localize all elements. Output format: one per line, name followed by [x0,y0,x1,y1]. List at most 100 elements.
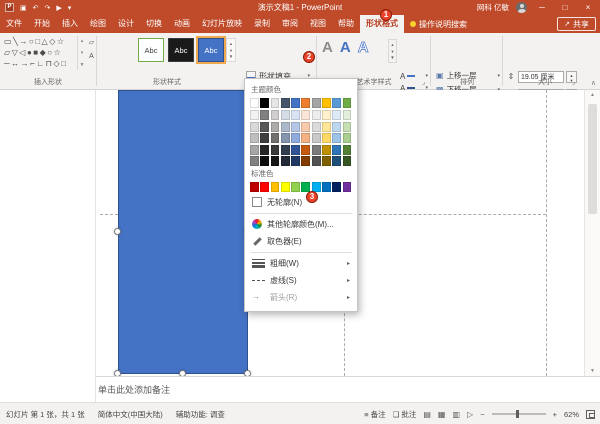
dialog-launcher-icon[interactable]: ⌟ [572,78,575,86]
color-swatch[interactable] [260,156,269,166]
color-swatch[interactable] [343,156,352,166]
color-swatch[interactable] [332,156,341,166]
color-swatch[interactable] [260,182,269,192]
shape-gallery-row[interactable]: ─↔→⌐∟⊓◇□ [4,58,67,69]
color-swatch[interactable] [312,133,321,143]
language-status[interactable]: 简体中文(中国大陆) [98,409,163,420]
color-swatch[interactable] [281,110,290,120]
color-swatch[interactable] [322,145,331,155]
comments-toggle-button[interactable]: ❏ 批注 [393,409,417,420]
selected-shape[interactable] [118,90,248,374]
color-swatch[interactable] [281,122,290,132]
eyedropper-item[interactable]: 取色器(E) [250,233,352,250]
wordart-gallery-scrollbar[interactable]: ▴ ▾ ▼ [388,39,397,63]
color-swatch[interactable] [322,98,331,108]
color-swatch[interactable] [250,156,259,166]
tab-transitions[interactable]: 切换 [140,15,168,33]
share-button[interactable]: ↗ 共享 [557,17,596,31]
zoom-slider[interactable] [492,413,546,415]
tab-review[interactable]: 审阅 [276,15,304,33]
tab-design[interactable]: 设计 [112,15,140,33]
wordart-style-gallery[interactable]: A A A [322,39,369,56]
color-swatch[interactable] [281,156,290,166]
shape-gallery-row[interactable]: ▭╲→○□△◇☆ [4,36,67,47]
color-swatch[interactable] [291,98,300,108]
color-swatch[interactable] [343,110,352,120]
color-swatch[interactable] [291,110,300,120]
tab-animations[interactable]: 动画 [168,15,196,33]
zoom-in-icon[interactable]: + [553,410,557,419]
zoom-slider-thumb[interactable] [516,410,519,418]
color-swatch[interactable] [312,145,321,155]
weight-item[interactable]: 粗细(W) ▸ [250,255,352,272]
color-swatch[interactable] [322,182,331,192]
shape-style-thumb[interactable]: Abc [168,38,194,62]
color-swatch[interactable] [271,145,280,155]
gallery-up-icon[interactable]: ▴ [230,41,232,47]
color-swatch[interactable] [291,182,300,192]
gallery-down-icon[interactable]: ▾ [230,48,232,54]
fit-to-window-icon[interactable] [586,410,595,419]
color-swatch[interactable] [260,98,269,108]
scroll-up-icon[interactable]: ▲ [585,92,600,98]
color-swatch[interactable] [250,133,259,143]
color-swatch[interactable] [271,182,280,192]
color-swatch[interactable] [312,122,321,132]
color-swatch[interactable] [322,156,331,166]
tab-slideshow[interactable]: 幻灯片放映 [196,15,248,33]
tab-home[interactable]: 开始 [28,15,56,33]
color-swatch[interactable] [271,122,280,132]
user-avatar[interactable] [516,2,527,13]
scrollbar-thumb[interactable] [588,104,597,214]
more-outline-colors-item[interactable]: 其他轮廓颜色(M)... [250,216,352,233]
no-outline-item[interactable]: 无轮廓(N) [250,194,352,211]
color-swatch[interactable] [271,133,280,143]
color-swatch[interactable] [250,98,259,108]
vertical-scrollbar[interactable]: ▲ ▼ [584,90,600,376]
gallery-down-icon[interactable]: ▾ [391,49,393,55]
color-swatch[interactable] [343,98,352,108]
color-swatch[interactable] [250,122,259,132]
color-swatch[interactable] [291,145,300,155]
color-swatch[interactable] [260,145,269,155]
color-swatch[interactable] [291,156,300,166]
color-swatch[interactable] [260,133,269,143]
tab-view[interactable]: 视图 [304,15,332,33]
color-swatch[interactable] [332,110,341,120]
slide-sorter-view-icon[interactable]: ▦ [438,410,446,419]
gallery-more-icon[interactable]: ▼ [80,62,85,68]
shape-gallery[interactable]: ▭╲→○□△◇☆ ▱▽◁●■◆○☆ ─↔→⌐∟⊓◇□ [4,36,67,69]
color-swatch[interactable] [301,145,310,155]
slide-thumbnail-pane[interactable] [0,90,96,402]
text-box-icon[interactable]: A [89,53,94,60]
shape-gallery-row[interactable]: ▱▽◁●■◆○☆ [4,47,67,58]
tab-draw[interactable]: 绘图 [84,15,112,33]
zoom-out-icon[interactable]: − [480,410,484,419]
color-swatch[interactable] [281,145,290,155]
color-swatch[interactable] [312,98,321,108]
shape-gallery-scrollbar[interactable]: ▴ ▾ ▼ [77,36,86,70]
minimize-button[interactable]: ─ [534,0,550,15]
notes-pane[interactable]: 单击此处添加备注 [96,376,600,402]
color-swatch[interactable] [260,110,269,120]
color-swatch[interactable] [281,182,290,192]
color-swatch[interactable] [301,98,310,108]
shape-style-thumb[interactable]: Abc [138,38,164,62]
color-swatch[interactable] [301,156,310,166]
color-swatch[interactable] [260,122,269,132]
notes-toggle-button[interactable]: ≡ 备注 [364,409,385,420]
color-swatch[interactable] [312,156,321,166]
wordart-style-thumb[interactable]: A [322,39,333,56]
gallery-up-icon[interactable]: ▴ [391,42,393,48]
color-swatch[interactable] [332,122,341,132]
color-swatch[interactable] [271,98,280,108]
tell-me-search[interactable]: 操作说明搜索 [404,15,473,33]
tab-file[interactable]: 文件 [0,15,28,33]
resize-handle-left[interactable] [114,228,121,235]
tab-insert[interactable]: 插入 [56,15,84,33]
close-button[interactable]: × [580,0,596,15]
color-swatch[interactable] [250,145,259,155]
color-swatch[interactable] [301,110,310,120]
color-swatch[interactable] [312,110,321,120]
color-swatch[interactable] [271,110,280,120]
